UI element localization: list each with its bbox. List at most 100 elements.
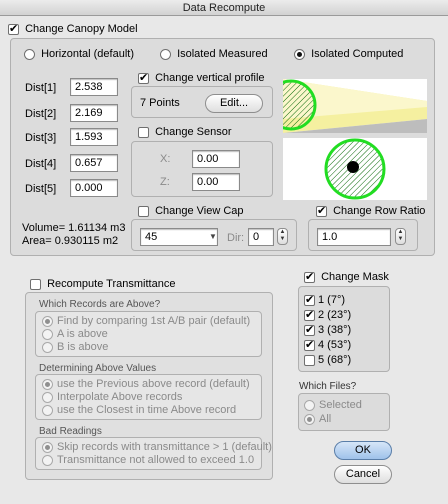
change-mask-label: Change Mask bbox=[321, 271, 389, 283]
change-row-ratio-checkbox[interactable]: Change Row Ratio bbox=[316, 204, 425, 217]
sensor-z-input[interactable]: 0.00 bbox=[192, 173, 240, 191]
dist-4-label: Dist[4] bbox=[25, 158, 57, 170]
option-label: use the Closest in time Above record bbox=[57, 404, 237, 416]
radio-button[interactable] bbox=[42, 341, 53, 353]
radio-isolated-computed[interactable]: Isolated Computed bbox=[294, 48, 403, 60]
checkbox-box[interactable] bbox=[304, 308, 315, 321]
chevron-down-icon[interactable]: ▼ bbox=[208, 229, 218, 245]
radio-button[interactable] bbox=[304, 413, 315, 425]
canopy-top-drawing bbox=[324, 138, 386, 200]
mask-item-3[interactable]: 3 (38°) bbox=[304, 323, 351, 336]
determining-option-1[interactable]: use the Previous above record (default) bbox=[42, 378, 250, 390]
mask-item-2[interactable]: 2 (23°) bbox=[304, 308, 352, 321]
radio-button[interactable] bbox=[42, 404, 53, 416]
mask-item-4[interactable]: 4 (53°) bbox=[304, 338, 352, 351]
dist-1-label: Dist[1] bbox=[25, 82, 57, 94]
checkbox-box[interactable] bbox=[138, 126, 149, 138]
stepper-up-icon[interactable]: ▲ bbox=[396, 229, 405, 236]
radio-button[interactable] bbox=[42, 328, 53, 340]
recompute-transmittance-checkbox[interactable]: Recompute Transmittance bbox=[30, 278, 175, 290]
which-files-title: Which Files? bbox=[299, 381, 357, 392]
change-mask-checkbox[interactable]: Change Mask bbox=[304, 270, 389, 283]
radio-button[interactable] bbox=[42, 391, 53, 403]
records-above-option-3[interactable]: B is above bbox=[42, 341, 108, 353]
mask-item-label: 4 (53°) bbox=[318, 339, 352, 351]
dist-3-input[interactable]: 1.593 bbox=[70, 128, 118, 146]
radio-button[interactable] bbox=[42, 315, 53, 327]
files-selected-radio[interactable]: Selected bbox=[304, 399, 362, 411]
radio-isolated-measured-label: Isolated Measured bbox=[177, 48, 268, 60]
change-sensor-checkbox[interactable]: Change Sensor bbox=[138, 126, 232, 138]
checkbox-box[interactable] bbox=[30, 278, 41, 290]
radio-button[interactable] bbox=[160, 48, 171, 60]
mask-item-5[interactable]: 5 (68°) bbox=[304, 354, 351, 366]
change-vertical-profile-label: Change vertical profile bbox=[155, 72, 265, 84]
dist-2-label: Dist[2] bbox=[25, 108, 57, 120]
dist-5-input[interactable]: 0.000 bbox=[70, 179, 118, 197]
change-vertical-profile-checkbox[interactable]: Change vertical profile bbox=[138, 71, 265, 84]
dist-2-input[interactable]: 2.169 bbox=[70, 104, 118, 122]
dist-4-input[interactable]: 0.657 bbox=[70, 154, 118, 172]
dir-label: Dir: bbox=[227, 232, 245, 244]
points-count: 7 Points bbox=[140, 97, 180, 109]
mask-item-label: 2 (23°) bbox=[318, 309, 352, 321]
dir-input[interactable]: 0 bbox=[248, 228, 274, 246]
mask-item-label: 1 (7°) bbox=[318, 294, 346, 306]
radio-button[interactable] bbox=[304, 399, 315, 411]
option-label: Skip records with transmittance > 1 (def… bbox=[57, 441, 272, 453]
records-above-option-1[interactable]: Find by comparing 1st A/B pair (default) bbox=[42, 315, 250, 327]
checkbox-box[interactable] bbox=[304, 293, 315, 306]
determining-option-3[interactable]: use the Closest in time Above record bbox=[42, 404, 236, 416]
radio-horizontal[interactable]: Horizontal (default) bbox=[24, 48, 134, 60]
canopy-top-preview bbox=[283, 138, 427, 200]
mask-item-1[interactable]: 1 (7°) bbox=[304, 293, 346, 306]
checkbox-box[interactable] bbox=[316, 204, 327, 217]
radio-button[interactable] bbox=[24, 48, 35, 60]
profile-preview-drawing bbox=[283, 79, 427, 133]
bad-readings-title: Bad Readings bbox=[39, 426, 102, 437]
sensor-z-label: Z: bbox=[160, 176, 170, 188]
bad-readings-option-2[interactable]: Transmittance not allowed to exceed 1.0 bbox=[42, 454, 254, 466]
records-above-option-2[interactable]: A is above bbox=[42, 328, 108, 340]
radio-button[interactable] bbox=[294, 48, 305, 60]
option-label: Transmittance not allowed to exceed 1.0 bbox=[57, 454, 255, 466]
radio-button[interactable] bbox=[42, 441, 53, 453]
files-all-radio[interactable]: All bbox=[304, 413, 331, 425]
view-cap-combobox[interactable]: 45 bbox=[140, 228, 218, 246]
dist-3-label: Dist[3] bbox=[25, 132, 57, 144]
row-ratio-stepper[interactable]: ▲ ▼ bbox=[395, 228, 406, 245]
radio-button[interactable] bbox=[42, 378, 53, 390]
option-label: use the Previous above record (default) bbox=[57, 378, 250, 390]
view-cap-value: 45 bbox=[145, 231, 158, 243]
checkbox-box[interactable] bbox=[138, 205, 149, 217]
change-canopy-model-checkbox[interactable]: Change Canopy Model bbox=[8, 22, 138, 35]
checkbox-box[interactable] bbox=[304, 338, 315, 351]
cancel-button[interactable]: Cancel bbox=[334, 465, 392, 484]
dist-1-input[interactable]: 2.538 bbox=[70, 78, 118, 96]
ok-button[interactable]: OK bbox=[334, 441, 392, 460]
checkbox-box[interactable] bbox=[304, 270, 315, 283]
radio-button[interactable] bbox=[42, 454, 53, 466]
dir-stepper[interactable]: ▲ ▼ bbox=[277, 228, 288, 245]
files-all-label: All bbox=[319, 413, 332, 425]
edit-profile-button[interactable]: Edit... bbox=[205, 94, 263, 113]
checkbox-box[interactable] bbox=[304, 323, 315, 336]
determining-above-title: Determining Above Values bbox=[39, 363, 157, 374]
sensor-x-input[interactable]: 0.00 bbox=[192, 150, 240, 168]
stepper-down-icon[interactable]: ▼ bbox=[396, 236, 405, 243]
determining-option-2[interactable]: Interpolate Above records bbox=[42, 391, 182, 403]
checkbox-box[interactable] bbox=[304, 354, 315, 366]
option-label: B is above bbox=[57, 341, 109, 353]
stepper-up-icon[interactable]: ▲ bbox=[278, 229, 287, 236]
stepper-down-icon[interactable]: ▼ bbox=[278, 236, 287, 243]
change-view-cap-checkbox[interactable]: Change View Cap bbox=[138, 205, 244, 217]
change-view-cap-label: Change View Cap bbox=[155, 205, 244, 217]
bad-readings-option-1[interactable]: Skip records with transmittance > 1 (def… bbox=[42, 441, 272, 453]
radio-isolated-measured[interactable]: Isolated Measured bbox=[160, 48, 268, 60]
window-title: Data Recompute bbox=[0, 0, 448, 16]
checkbox-box[interactable] bbox=[138, 71, 149, 84]
change-canopy-model-label: Change Canopy Model bbox=[25, 23, 138, 35]
row-ratio-input[interactable]: 1.0 bbox=[317, 228, 391, 246]
checkbox-box[interactable] bbox=[8, 22, 19, 35]
radio-horizontal-label: Horizontal (default) bbox=[41, 48, 134, 60]
